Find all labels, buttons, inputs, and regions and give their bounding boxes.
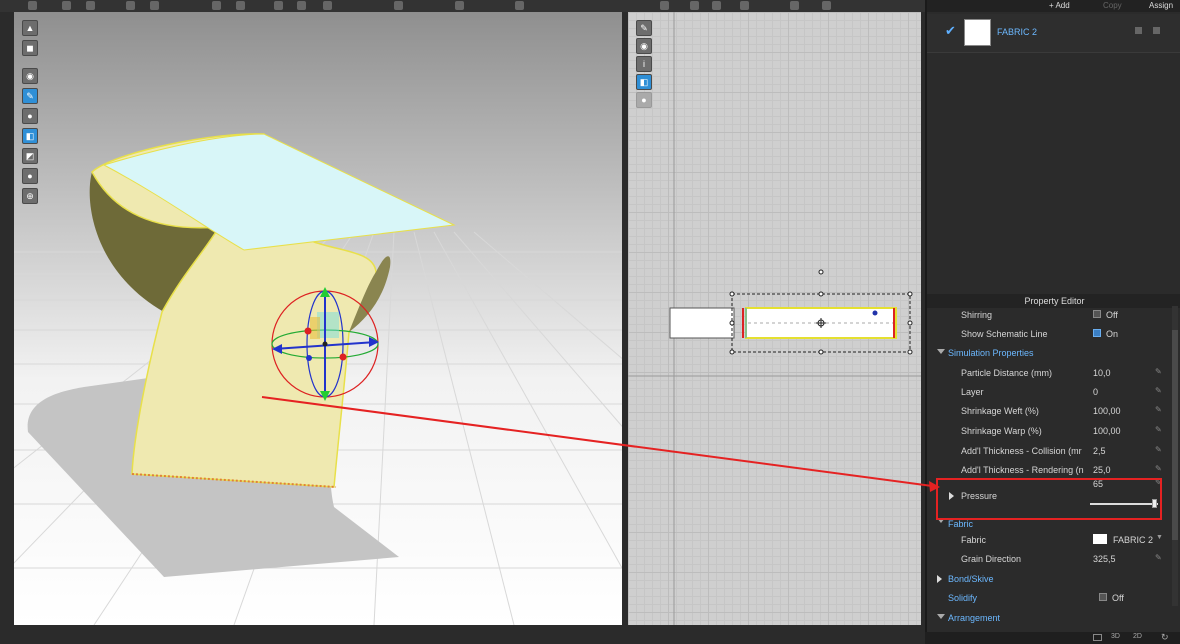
tool-icon[interactable] <box>690 1 699 10</box>
fabric-select[interactable]: FABRIC 2 <box>1113 535 1153 545</box>
pattern-2d <box>628 12 921 625</box>
tool-icon[interactable] <box>297 1 306 10</box>
tool-icon[interactable] <box>212 1 221 10</box>
prop-row-weft: Shrinkage Weft (%) 100,00 ✎ <box>961 405 1163 417</box>
delete-icon[interactable] <box>1153 27 1160 34</box>
tool-icon[interactable] <box>394 1 403 10</box>
show-pattern-icon[interactable]: ◉ <box>636 38 652 54</box>
tool-icon[interactable] <box>126 1 135 10</box>
view-3d-button[interactable]: 3D <box>1111 633 1120 640</box>
fabric-list-item[interactable]: ✔ FABRIC 2 <box>927 14 1180 52</box>
rendering-value[interactable]: 25,0 <box>1093 465 1111 475</box>
bottom-bar: 3D 2D ↻ <box>925 632 1180 644</box>
grain-value[interactable]: 325,5 <box>1093 554 1116 564</box>
assign-button[interactable]: Assign <box>1149 0 1173 11</box>
prop-row-fabric: Fabric FABRIC 2 ▼ <box>961 534 1163 545</box>
tool-icon[interactable] <box>740 1 749 10</box>
copy-icon[interactable] <box>1135 27 1142 34</box>
tool-icon[interactable] <box>62 1 71 10</box>
texture-icon[interactable]: ◩ <box>22 148 38 164</box>
tool-icon[interactable] <box>274 1 283 10</box>
layout-icon[interactable] <box>1093 634 1102 641</box>
tool-icon[interactable] <box>150 1 159 10</box>
tool-icon[interactable] <box>822 1 831 10</box>
top-toolbar <box>0 0 925 12</box>
tool-icon[interactable] <box>515 1 524 10</box>
left-strip <box>0 12 14 644</box>
show-avatar-icon[interactable]: ◉ <box>22 68 38 84</box>
tool-icon[interactable] <box>323 1 332 10</box>
viewport-2d[interactable]: ✎ ◉ i ◧ ● <box>628 12 921 625</box>
prop-row-particle: Particle Distance (mm) 10,0 ✎ <box>961 367 1163 379</box>
layer-value[interactable]: 0 <box>1093 387 1098 397</box>
solidify-checkbox[interactable] <box>1099 593 1107 601</box>
tool-icon[interactable] <box>236 1 245 10</box>
pin-icon[interactable]: ✎ <box>1155 446 1163 454</box>
divider <box>927 52 1180 53</box>
particle-value[interactable]: 10,0 <box>1093 368 1111 378</box>
tool-icon[interactable] <box>455 1 464 10</box>
prop-row-layer: Layer 0 ✎ <box>961 386 1163 398</box>
pin-icon[interactable]: ✎ <box>1155 406 1163 414</box>
pin-icon[interactable]: ✎ <box>1155 465 1163 473</box>
tool-icon[interactable] <box>660 1 669 10</box>
view-mode-icon[interactable]: ▲ <box>22 20 38 36</box>
avatar-icon[interactable]: ● <box>636 92 652 108</box>
tool-icon[interactable] <box>28 1 37 10</box>
prop-row-warp: Shrinkage Warp (%) 100,00 ✎ <box>961 425 1163 437</box>
section-arrangement[interactable]: Arrangement <box>927 609 1175 628</box>
prop-row-collision: Add'l Thickness - Collision (mr 2,5 ✎ <box>961 445 1163 457</box>
prop-row-shirring: Shirring Off <box>961 310 1118 320</box>
pin-icon[interactable]: ✎ <box>1155 554 1163 562</box>
brush-icon[interactable]: ✎ <box>22 88 38 104</box>
highlight-annotation <box>936 478 1162 520</box>
add-button[interactable]: + Add <box>1049 0 1070 11</box>
prop-row-solidify: Solidify Off <box>948 593 1124 603</box>
person-icon[interactable]: ● <box>22 108 38 124</box>
tool-icon[interactable] <box>712 1 721 10</box>
chevron-down-icon[interactable]: ▼ <box>1156 534 1163 541</box>
pin-icon[interactable]: ✎ <box>1155 387 1163 395</box>
info-icon[interactable]: i <box>636 56 652 72</box>
pen-icon[interactable]: ✎ <box>636 20 652 36</box>
refresh-icon[interactable]: ↻ <box>1161 632 1169 643</box>
pin-icon[interactable]: ✎ <box>1155 368 1163 376</box>
avatar-shirt-icon[interactable]: ◼ <box>22 40 38 56</box>
view-2d-button[interactable]: 2D <box>1133 633 1142 640</box>
fabric-thumbnail <box>964 19 991 46</box>
weft-value[interactable]: 100,00 <box>1093 406 1121 416</box>
section-simulation[interactable]: Simulation Properties <box>927 344 1175 363</box>
expand-icon[interactable] <box>937 614 945 619</box>
prop-row-schematic: Show Schematic Line On <box>961 329 1119 339</box>
section-bond[interactable]: Bond/Skive <box>927 570 1175 589</box>
fabric-display-icon[interactable]: ◧ <box>22 128 38 144</box>
schematic-checkbox[interactable] <box>1093 329 1101 337</box>
avatar-icon[interactable]: ● <box>22 168 38 184</box>
expand-icon[interactable] <box>937 575 942 583</box>
scene-3d <box>14 133 622 625</box>
object-browser: + Add Copy Assign ✔ FABRIC 2 <box>925 0 1180 292</box>
viewport-3d[interactable]: ▲ ◼ ◉ ✎ ● ◧ ◩ ● ⊕ <box>14 12 622 625</box>
copy-button[interactable]: Copy <box>1103 0 1122 11</box>
expand-icon[interactable] <box>937 349 945 354</box>
scrollbar-thumb[interactable] <box>1172 330 1178 540</box>
prop-row-grain: Grain Direction 325,5 ✎ <box>961 553 1163 565</box>
tool-icon[interactable] <box>790 1 799 10</box>
tool-icon[interactable] <box>86 1 95 10</box>
fabric-display-icon[interactable]: ◧ <box>636 74 652 90</box>
shirring-checkbox[interactable] <box>1093 310 1101 318</box>
fabric-swatch <box>1093 534 1107 544</box>
pin-icon[interactable]: ✎ <box>1155 426 1163 434</box>
property-editor: ➔ Property Editor Shirring Off Show Sche… <box>925 292 1180 632</box>
pattern-piece-left <box>669 307 735 339</box>
globe-icon[interactable]: ⊕ <box>22 188 38 204</box>
browser-toolbar: + Add Copy Assign <box>927 0 1180 12</box>
warp-value[interactable]: 100,00 <box>1093 426 1121 436</box>
fabric-name: FABRIC 2 <box>997 27 1038 37</box>
checkmark-icon: ✔ <box>945 23 956 38</box>
collision-value[interactable]: 2,5 <box>1093 446 1106 456</box>
